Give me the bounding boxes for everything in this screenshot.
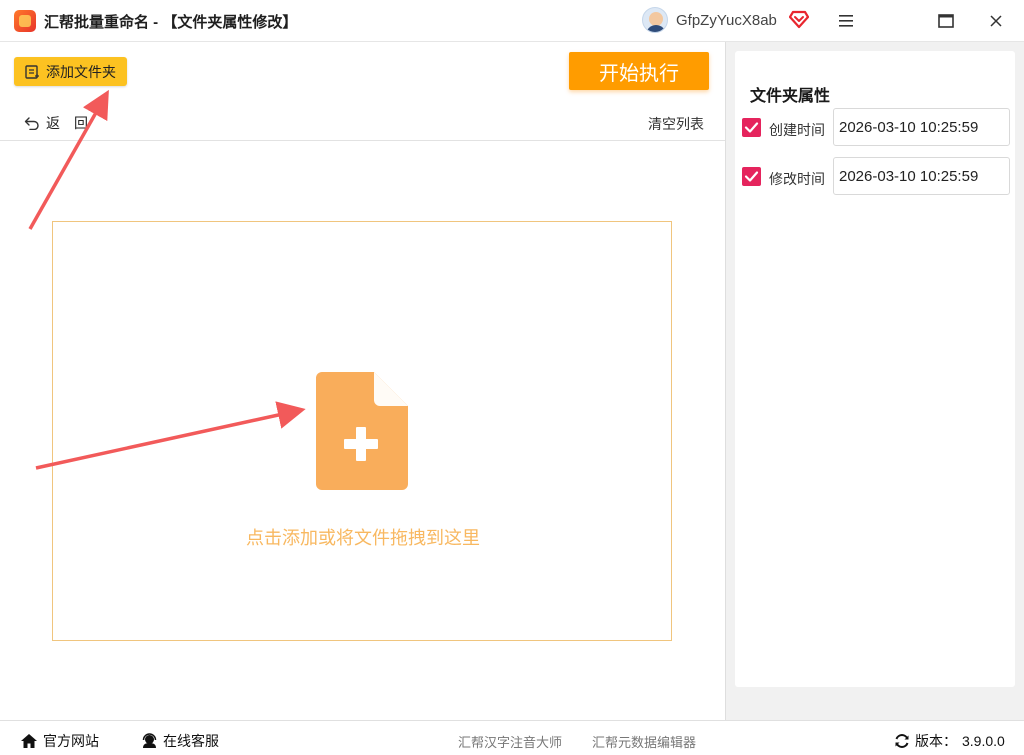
add-folder-button[interactable]: 添加文件夹 [14, 57, 127, 86]
toolbar-divider [0, 140, 725, 141]
official-website-link[interactable]: 官方网站 [20, 731, 99, 751]
title-bar: 汇帮批量重命名 - 【文件夹属性修改】 GfpZyYucX8ab [0, 0, 1024, 42]
version-number: 3.9.0.0 [962, 733, 1005, 749]
hanzi-pinyin-link[interactable]: 汇帮汉字注音大师 [458, 732, 562, 751]
maximize-button[interactable] [930, 6, 962, 36]
maximize-icon [938, 14, 954, 28]
official-website-label: 官方网站 [43, 733, 99, 749]
created-time-checkbox[interactable] [742, 118, 761, 137]
headset-icon [142, 733, 157, 748]
created-time-label: 创建时间 [769, 122, 825, 138]
close-button[interactable] [980, 6, 1012, 36]
menu-button[interactable] [830, 6, 862, 36]
close-icon [990, 15, 1002, 27]
online-service-label: 在线客服 [163, 733, 219, 749]
metadata-editor-link[interactable]: 汇帮元数据编辑器 [592, 732, 696, 751]
modified-time-checkbox[interactable] [742, 167, 761, 186]
user-avatar[interactable] [642, 7, 668, 33]
start-execute-button[interactable]: 开始执行 [569, 52, 709, 90]
online-service-link[interactable]: 在线客服 [141, 731, 219, 751]
back-button[interactable]: 返回 [24, 113, 102, 133]
back-label: 返回 [46, 115, 102, 131]
modified-time-input[interactable] [833, 157, 1010, 195]
version-info[interactable]: 版本： 3.9.0.0 [894, 731, 1005, 751]
vip-diamond-icon[interactable] [789, 9, 809, 29]
menu-icon [839, 15, 853, 27]
right-sidebar: 文件夹属性 创建时间 修改时间 [725, 42, 1024, 720]
window-title: 汇帮批量重命名 - 【文件夹属性修改】 [44, 14, 298, 31]
folder-properties-panel: 文件夹属性 创建时间 修改时间 [735, 51, 1015, 687]
panel-title: 文件夹属性 [750, 88, 831, 105]
file-drop-zone[interactable]: 点击添加或将文件拖拽到这里 [52, 221, 672, 641]
refresh-icon [895, 734, 909, 748]
file-add-icon [316, 372, 408, 490]
version-label: 版本： [915, 733, 957, 749]
created-time-row: 创建时间 [742, 108, 1012, 146]
home-icon [21, 734, 37, 748]
footer-bar: 官方网站 在线客服 汇帮汉字注音大师 汇帮元数据编辑器 版本： 3.9.0.0 [0, 720, 1024, 755]
app-logo-icon [14, 10, 36, 32]
drop-hint-text: 点击添加或将文件拖拽到这里 [246, 528, 480, 548]
modified-time-row: 修改时间 [742, 157, 1012, 195]
back-arrow-icon [24, 117, 39, 130]
checkmark-icon [744, 171, 759, 182]
username[interactable]: GfpZyYucX8ab [676, 12, 777, 29]
created-time-input[interactable] [833, 108, 1010, 146]
checkmark-icon [744, 122, 759, 133]
add-folder-icon [25, 64, 39, 79]
modified-time-label: 修改时间 [769, 171, 825, 187]
add-folder-label: 添加文件夹 [46, 63, 116, 80]
clear-list-button[interactable]: 清空列表 [648, 114, 704, 134]
